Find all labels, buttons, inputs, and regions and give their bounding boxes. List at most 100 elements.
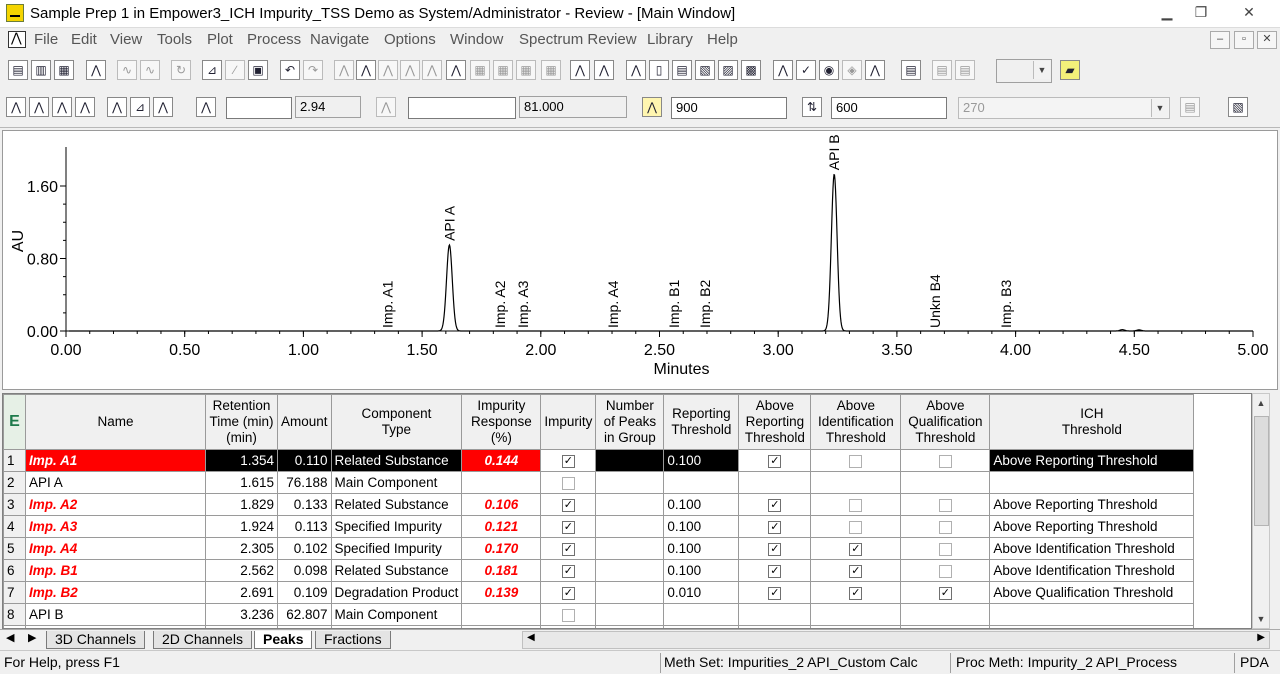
above-reporting-cell[interactable]: [738, 471, 812, 494]
row-number[interactable]: 4: [3, 515, 26, 538]
plot-icon-1[interactable]: ⋀: [6, 97, 26, 117]
menu-library[interactable]: Library: [647, 31, 693, 48]
above-qualification-cell[interactable]: [900, 515, 991, 538]
above-qualification-cell[interactable]: [900, 449, 991, 472]
row-number[interactable]: 3: [3, 493, 26, 516]
component-type[interactable]: Related Substance: [330, 449, 463, 472]
view-icon-5[interactable]: ▨: [718, 60, 738, 80]
impurity-cell[interactable]: [540, 471, 597, 494]
undo-icon[interactable]: ↶: [280, 60, 300, 80]
column-header[interactable]: Reporting Threshold: [663, 394, 740, 450]
row-number[interactable]: 5: [3, 537, 26, 560]
impurity-cell[interactable]: ✓: [540, 493, 597, 516]
chevron-down-icon[interactable]: ▼: [1151, 99, 1168, 117]
mdi-restore-button[interactable]: ▫: [1234, 31, 1254, 49]
above-qualification-checkbox[interactable]: [938, 542, 952, 556]
view-icon-1[interactable]: ⋀: [626, 60, 646, 80]
above-identification-cell[interactable]: ✓: [810, 581, 902, 604]
horizontal-scrollbar[interactable]: ◀ ▶: [522, 631, 1270, 649]
peak-icon-1[interactable]: ⋀: [334, 60, 354, 80]
component-type[interactable]: Specified Impurity: [330, 515, 463, 538]
table-row[interactable]: 4 Imp. A3 1.924 0.113 Specified Impurity 0.12…: [3, 515, 1195, 538]
peak-icon-4[interactable]: ⋀: [400, 60, 420, 80]
scroll-thumb[interactable]: [1254, 416, 1269, 526]
impurity-checkbox[interactable]: ✓: [561, 542, 575, 556]
scale-icon[interactable]: ⋀: [196, 97, 216, 117]
library-icon-3[interactable]: ◉: [819, 60, 839, 80]
above-reporting-cell[interactable]: ✓: [738, 493, 812, 516]
column-header[interactable]: Retention Time (min) (min): [205, 394, 278, 450]
column-header[interactable]: Impurity Response (%): [461, 394, 542, 450]
plot-icon-5[interactable]: ⋀: [107, 97, 127, 117]
open-icon[interactable]: ▤: [8, 60, 28, 80]
impurity-cell[interactable]: ✓: [540, 559, 597, 582]
above-reporting-checkbox[interactable]: ✓: [768, 498, 782, 512]
above-qualification-cell[interactable]: ✓: [900, 581, 991, 604]
column-header[interactable]: Impurity: [540, 394, 597, 450]
above-qualification-checkbox[interactable]: [938, 498, 952, 512]
chevron-down-icon[interactable]: ▼: [1033, 61, 1050, 79]
mdi-minimize-button[interactable]: –: [1210, 31, 1230, 49]
above-reporting-checkbox[interactable]: ✓: [768, 542, 782, 556]
print-preview-icon[interactable]: ▤: [932, 60, 952, 80]
integrate-icon[interactable]: ⋀: [86, 60, 106, 80]
minimize-button[interactable]: ▁: [1152, 2, 1182, 24]
column-header[interactable]: Amount: [277, 394, 332, 450]
above-qualification-checkbox[interactable]: [938, 520, 952, 534]
menu-plot[interactable]: Plot: [207, 31, 233, 48]
above-reporting-checkbox[interactable]: ✓: [768, 454, 782, 468]
impurity-checkbox[interactable]: ✓: [561, 586, 575, 600]
above-identification-cell[interactable]: [810, 449, 902, 472]
peak-name[interactable]: Imp. A4: [25, 537, 206, 560]
above-qualification-checkbox[interactable]: [938, 564, 952, 578]
impurity-cell[interactable]: [540, 603, 597, 626]
menu-file[interactable]: File: [34, 31, 58, 48]
field-a-input[interactable]: [226, 97, 292, 119]
chromatogram-plot[interactable]: 0.00 0.50 1.00 1.50 2.00 2.50 3.00 3.50 4.00 4.50…: [2, 130, 1278, 390]
peak-name[interactable]: Imp. A3: [25, 515, 206, 538]
menu-help[interactable]: Help: [707, 31, 738, 48]
menu-spectrum-review[interactable]: Spectrum Review: [519, 31, 637, 48]
impurity-checkbox[interactable]: ✓: [561, 520, 575, 534]
tab-scroll-left-icon[interactable]: ◀: [6, 631, 14, 644]
menu-process[interactable]: Process: [247, 31, 301, 48]
component-type[interactable]: Related Substance: [330, 493, 463, 516]
redo-icon[interactable]: ↷: [303, 60, 323, 80]
eraser-icon[interactable]: ▰: [1060, 60, 1080, 80]
library-icon-1[interactable]: ⋀: [773, 60, 793, 80]
impurity-cell[interactable]: ✓: [540, 537, 597, 560]
table-row[interactable]: 5 Imp. A4 2.305 0.102 Specified Impurity 0.17…: [3, 537, 1195, 560]
field-f-input[interactable]: 600: [831, 97, 947, 119]
peak-icon-3[interactable]: ⋀: [378, 60, 398, 80]
component-type[interactable]: Specified Impurity: [330, 537, 463, 560]
above-qualification-cell[interactable]: [900, 493, 991, 516]
close-button[interactable]: ✕: [1234, 2, 1264, 24]
above-identification-checkbox[interactable]: [849, 520, 863, 534]
menu-options[interactable]: Options: [384, 31, 436, 48]
above-identification-cell[interactable]: ✓: [810, 537, 902, 560]
above-reporting-cell[interactable]: [738, 603, 812, 626]
peak-name[interactable]: Imp. A2: [25, 493, 206, 516]
peak-icon-5[interactable]: ⋀: [422, 60, 442, 80]
above-qualification-checkbox[interactable]: [938, 454, 952, 468]
scroll-left-icon[interactable]: ◀: [527, 632, 535, 643]
row-number[interactable]: 8: [3, 603, 26, 626]
refresh-icon[interactable]: ↻: [171, 60, 191, 80]
impurity-cell[interactable]: ✓: [540, 515, 597, 538]
above-qualification-cell[interactable]: [900, 603, 991, 626]
above-identification-cell[interactable]: [810, 493, 902, 516]
above-identification-cell[interactable]: ✓: [810, 559, 902, 582]
menu-navigate[interactable]: Navigate: [310, 31, 369, 48]
impurity-cell[interactable]: ✓: [540, 581, 597, 604]
component-type[interactable]: Related Substance: [330, 559, 463, 582]
column-header[interactable]: ICH Threshold: [989, 394, 1195, 450]
plot-icon-7[interactable]: ⋀: [153, 97, 173, 117]
table-vertical-scrollbar[interactable]: ▲ ▼: [1252, 393, 1270, 629]
library-icon-5[interactable]: ⋀: [865, 60, 885, 80]
table-row[interactable]: 2 API A 1.615 76.188 Main Component: [3, 471, 1195, 494]
column-header[interactable]: Component Type: [330, 394, 463, 450]
save-all-icon[interactable]: ▦: [54, 60, 74, 80]
calibrate-icon[interactable]: ⊿: [202, 60, 222, 80]
field-g-combo[interactable]: 270 ▼: [958, 97, 1170, 119]
view-icon-2[interactable]: ▯: [649, 60, 669, 80]
